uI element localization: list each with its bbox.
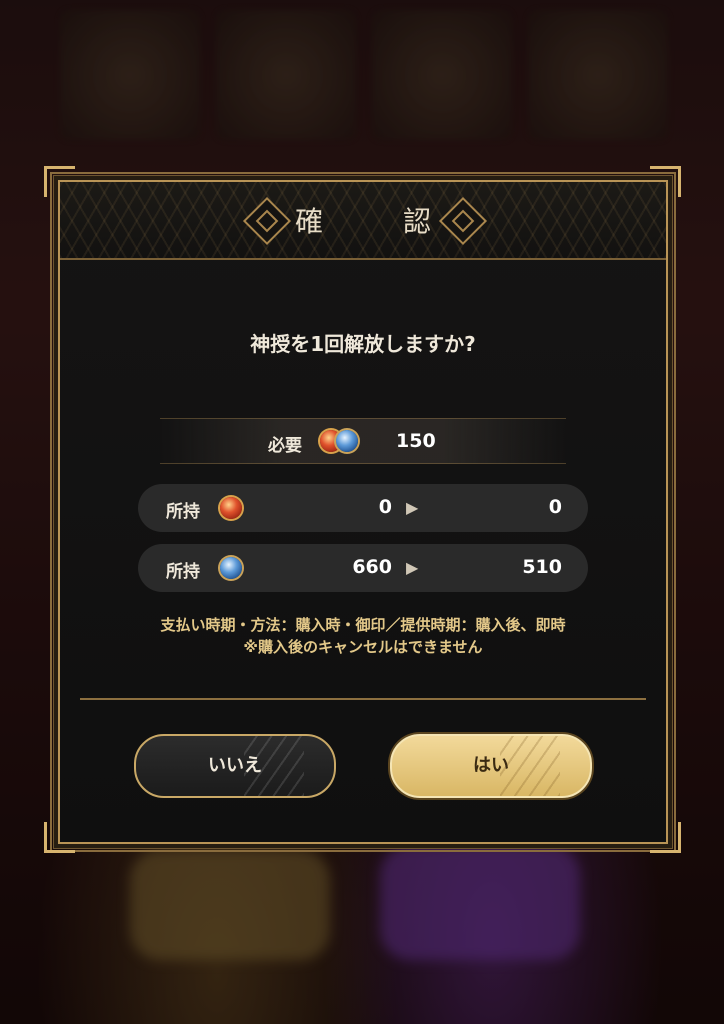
dialog-title: 確 認 (294, 205, 457, 238)
holding-row-red: 所持 0 ▶ 0 (138, 484, 588, 532)
confirm-question: 神授を1回解放しますか? (250, 332, 476, 356)
arrow-right-icon: ▶ (406, 498, 419, 517)
holding-label: 所持 (166, 502, 200, 522)
blue-coin-icon (336, 430, 358, 452)
no-button[interactable]: いいえ (134, 734, 336, 798)
holding-before-value: 0 (378, 496, 392, 518)
no-button-label: いいえ (208, 755, 262, 776)
blue-coin-icon (220, 557, 242, 579)
notice-cancel-info: ※購入後のキャンセルはできません (243, 638, 483, 656)
holding-before-value: 660 (352, 556, 392, 578)
cost-row: 必要 150 (160, 418, 566, 464)
red-coin-icon (220, 497, 242, 519)
purchase-notice: 支払い時期・方法：購入時・御印／提供時期：購入後、即時 ※購入後のキャンセルはで… (60, 614, 666, 658)
notice-payment-info: 支払い時期・方法：購入時・御印／提供時期：購入後、即時 (160, 616, 566, 634)
holding-label: 所持 (166, 562, 200, 582)
holding-after-value: 0 (548, 496, 562, 518)
arrow-right-icon: ▶ (406, 558, 419, 577)
holding-after-value: 510 (522, 556, 562, 578)
divider (80, 698, 646, 700)
yes-button[interactable]: はい (390, 734, 592, 798)
cost-value: 150 (396, 430, 436, 452)
cost-label: 必要 (268, 436, 302, 456)
dialog-header: 確 認 (60, 182, 666, 260)
holding-row-blue: 所持 660 ▶ 510 (138, 544, 588, 592)
confirm-dialog: 確 認 神授を1回解放しますか? 必要 150 所持 0 ▶ 0 所持 660 … (58, 180, 668, 844)
button-stripe-decoration (500, 736, 560, 796)
yes-button-label: はい (473, 755, 509, 776)
